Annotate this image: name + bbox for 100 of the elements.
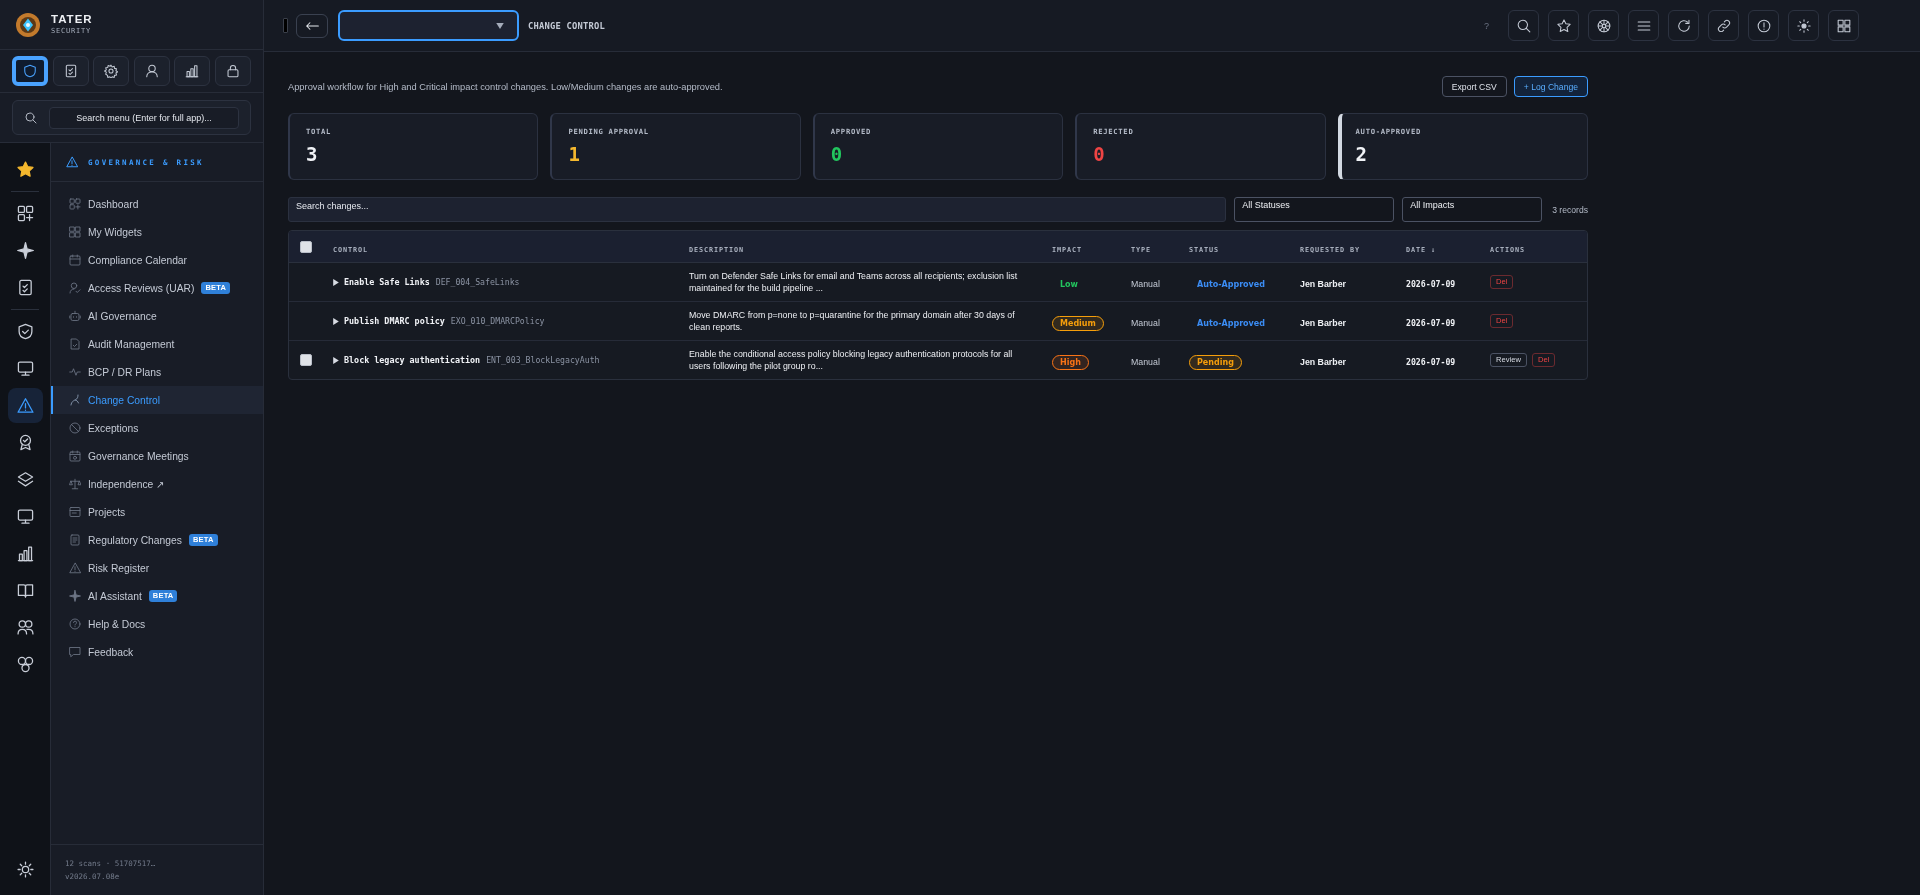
help-icon xyxy=(69,618,81,630)
logo-icon xyxy=(16,12,40,37)
record-count: 3 records xyxy=(1552,204,1588,215)
module-tab[interactable] xyxy=(133,56,170,86)
curve-icon xyxy=(69,394,81,406)
rail-button[interactable] xyxy=(7,388,43,423)
toolbar-button[interactable] xyxy=(1548,10,1579,41)
shield-icon xyxy=(23,64,37,78)
toolbar-button[interactable] xyxy=(1828,10,1859,41)
toolbar-button[interactable] xyxy=(1588,10,1619,41)
nav-item[interactable]: Projects xyxy=(67,498,130,526)
menu-search-field[interactable]: Search menu (Enter for full app)... xyxy=(49,106,239,129)
users-icon xyxy=(16,619,34,636)
warning-icon xyxy=(69,562,81,574)
outline-button[interactable]: Export CSV xyxy=(1441,76,1507,97)
impact-filter[interactable]: All Impacts xyxy=(1402,197,1543,222)
expand-caret-icon[interactable] xyxy=(333,356,339,364)
nav-item[interactable]: Feedback xyxy=(67,638,138,666)
grid-plus-icon xyxy=(69,198,81,210)
pulse-icon xyxy=(69,366,81,378)
nav-item[interactable]: Compliance Calendar xyxy=(67,246,192,274)
toolbar-button[interactable] xyxy=(1748,10,1779,41)
bar-chart-icon xyxy=(185,64,199,78)
toolbar-button[interactable] xyxy=(1708,10,1739,41)
search-icon xyxy=(25,111,37,124)
description-text: Enable the conditional access policy blocking legacy authentication protocols for all users following the pilot group ro... xyxy=(689,348,1014,372)
calendar-icon xyxy=(69,254,81,266)
user-icon xyxy=(144,64,159,78)
nav-item[interactable]: Risk Register xyxy=(67,554,154,582)
stat-value: 0 xyxy=(1093,142,1105,166)
module-tab[interactable] xyxy=(52,56,89,86)
book-icon xyxy=(16,582,34,599)
module-tab[interactable] xyxy=(93,56,129,86)
page-selector[interactable] xyxy=(338,10,519,41)
aperture-icon xyxy=(1596,18,1611,33)
chat-bubble-icon xyxy=(69,646,81,658)
monitor-icon xyxy=(16,508,34,525)
link-icon xyxy=(1716,18,1731,33)
nav-item[interactable]: Help & Docs xyxy=(67,610,150,638)
marker-icon xyxy=(283,18,288,33)
alert-icon xyxy=(1756,18,1771,33)
document-icon xyxy=(69,534,81,546)
nav-item[interactable]: Dashboard xyxy=(67,190,143,218)
impact-label: Low xyxy=(1060,279,1078,291)
robot-icon xyxy=(69,310,81,322)
back-button[interactable] xyxy=(296,13,328,38)
sparkle-icon xyxy=(16,242,34,259)
status-badge: Pending xyxy=(1189,354,1242,370)
expand-caret-icon[interactable] xyxy=(333,317,339,325)
requester-name: Jen Barber xyxy=(1300,318,1346,328)
sun-icon xyxy=(16,861,34,878)
status-filter[interactable]: All Statuses xyxy=(1234,197,1395,222)
nav-item[interactable]: AI Governance xyxy=(67,302,161,330)
impact-badge: Medium xyxy=(1052,315,1104,331)
caret-icon xyxy=(496,22,504,29)
grid-icon xyxy=(69,226,81,238)
star-icon xyxy=(16,161,34,178)
search-field[interactable]: Search changes... xyxy=(288,197,1227,222)
circles-icon xyxy=(16,656,34,673)
nav-item[interactable]: Change Control xyxy=(51,386,263,414)
checkbox[interactable] xyxy=(300,354,312,366)
nav-item[interactable]: My Widgets xyxy=(67,218,146,246)
module-tab[interactable] xyxy=(12,56,48,86)
scales-icon xyxy=(69,478,81,490)
nav-item[interactable]: Independence ↗ xyxy=(67,470,169,498)
control-id: EXO_010_DMARCPolicy xyxy=(450,316,545,326)
clipboard-check-icon xyxy=(16,279,34,296)
nav-item[interactable]: BCP / DR Plans xyxy=(67,358,166,386)
page-description: Approval workflow for High and Critical impact control changes. Low/Medium changes are auto-approved. xyxy=(288,81,723,92)
grid-plus-icon xyxy=(16,205,34,222)
user-check-icon xyxy=(69,282,81,294)
stat-value: 0 xyxy=(830,142,843,166)
ban-icon xyxy=(69,422,81,434)
toolbar-button[interactable] xyxy=(1788,10,1819,41)
page-title: CHANGE CONTROL xyxy=(528,20,605,31)
window-icon xyxy=(69,506,81,518)
primary-button[interactable]: + Log Change xyxy=(1513,76,1588,97)
nav-item[interactable]: Governance Meetings xyxy=(67,442,193,470)
calendar-icon xyxy=(69,450,81,462)
module-tab[interactable] xyxy=(214,56,251,86)
status-label: Auto-Approved xyxy=(1197,279,1265,291)
date-text: 2026-07-09 xyxy=(1406,357,1456,367)
date-text: 2026-07-09 xyxy=(1406,279,1456,289)
toolbar-button[interactable] xyxy=(1668,10,1699,41)
nav-item[interactable]: Exceptions xyxy=(67,414,143,442)
nav-item[interactable]: Audit Management xyxy=(67,330,179,358)
description-text: Turn on Defender Safe Links for email and Teams across all recipients; exclusion list maintained for the build pipeline ... xyxy=(689,270,1019,294)
stat-value: 1 xyxy=(568,142,580,166)
toolbar-button[interactable] xyxy=(1508,10,1539,41)
module-tab[interactable] xyxy=(174,56,210,86)
brand-name: TATER xyxy=(51,13,93,26)
impact-badge: High xyxy=(1052,354,1089,370)
arrow-left-icon xyxy=(305,21,319,30)
document-check-icon xyxy=(69,338,81,350)
help-link[interactable]: ? xyxy=(1484,20,1489,31)
stat-value: 3 xyxy=(306,142,318,166)
description-text: Move DMARC from p=none to p=quarantine for the primary domain after 30 days of clean reports. xyxy=(689,309,1016,333)
checkbox[interactable] xyxy=(300,240,312,253)
lock-icon xyxy=(225,64,240,78)
expand-caret-icon[interactable] xyxy=(333,278,339,286)
